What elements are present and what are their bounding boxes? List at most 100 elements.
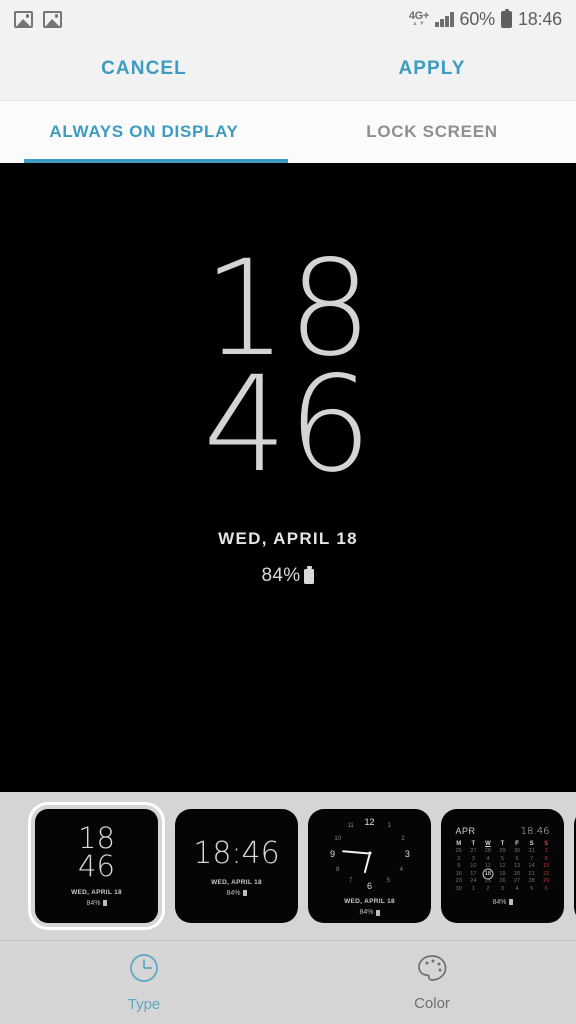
analog-clock-face: 12 1 2 3 4 5 6 7 8 9 10 11: [327, 816, 413, 891]
tab-always-on-display[interactable]: ALWAYS ON DISPLAY: [0, 101, 288, 163]
battery-icon: [375, 909, 380, 916]
calendar-weekday: S: [544, 841, 549, 848]
preview-minute: 46: [203, 348, 373, 503]
thumbnail-calendar-clock[interactable]: APR 18:46 M T W T F S S 26 27 28 29 30 31 1 2 3 4 5 6 7 8 9 10…: [441, 809, 564, 923]
thumbnail-analog-clock[interactable]: 12 1 2 3 4 5 6 7 8 9 10 11 WED, APRIL 18…: [308, 809, 431, 923]
calendar-day: 5: [530, 885, 534, 892]
clock-style-carousel[interactable]: 18 46 WED, APRIL 18 84% 18:46 WED, APRIL…: [0, 792, 576, 940]
preview-date: WED, APRIL 18: [218, 529, 358, 549]
calendar-day: 7: [530, 855, 534, 862]
calendar-day: 14: [528, 863, 535, 870]
calendar-day: 19: [499, 870, 506, 877]
analog-num-1: 1: [387, 822, 391, 829]
preview-clock: 18 46: [203, 243, 373, 503]
bottom-tab-type-label: Type: [127, 996, 161, 1013]
analog-num-4: 4: [399, 867, 403, 874]
calendar-day: 1: [544, 848, 548, 855]
bottom-tab-type[interactable]: Type: [0, 941, 288, 1024]
thumbnail-preview: 18 46 WED, APRIL 18 84%: [35, 809, 158, 923]
thumb-battery: 84%: [359, 909, 380, 916]
analog-num-2: 2: [401, 835, 405, 842]
calendar-day: 18: [481, 871, 496, 878]
thumb-date: WED, APRIL 18: [211, 878, 262, 886]
calendar-day: 16: [455, 870, 462, 877]
data-transfer-arrows-icon: ▲▼: [411, 21, 426, 27]
calendar-day: 1: [471, 885, 475, 892]
calendar-day: 3: [471, 855, 475, 862]
calendar-day: 4: [486, 855, 490, 862]
battery-percent-label: 60%: [459, 8, 496, 29]
calendar-face: APR 18:46 M T W T F S S 26 27 28 29 30 31 1 2 3 4 5 6 7 8 9 10…: [450, 826, 556, 906]
calendar-day: 6: [544, 885, 548, 892]
status-notification-icons: [14, 10, 62, 28]
signal-bars-icon: [435, 11, 454, 27]
calendar-day: 10: [470, 863, 477, 870]
calendar-day: 22: [543, 870, 550, 877]
calendar-day: 12: [499, 863, 506, 870]
calendar-header: APR 18:46: [452, 826, 554, 837]
palette-icon: [415, 953, 449, 988]
battery-icon: [508, 899, 513, 906]
thumbnail-inline-clock[interactable]: 18:46 WED, APRIL 18 84%: [175, 809, 298, 923]
calendar-day: 27: [470, 848, 477, 855]
calendar-time-label: 18:46: [520, 826, 550, 838]
preview-battery-label: 84%: [261, 565, 301, 587]
clock-preview[interactable]: 18 46 WED, APRIL 18 84%: [0, 163, 576, 792]
tab-bar: ALWAYS ON DISPLAY LOCK SCREEN: [0, 101, 576, 163]
calendar-day: 23: [455, 878, 462, 885]
tab-lock-screen[interactable]: LOCK SCREEN: [288, 101, 576, 163]
calendar-day: 29: [543, 878, 550, 885]
calendar-grid: M T W T F S S 26 27 28 29 30 31 1 2 3 4 5 6 7 8 9 10 11 12 13 14 15…: [452, 841, 554, 893]
calendar-weekday: F: [515, 841, 519, 848]
phone-screen: 4G+ ▲▼ 60% 18:46 CANCEL APPLY ALWAYS ON …: [0, 0, 576, 1024]
image-icon: [43, 10, 62, 28]
bottom-tab-color-label: Color: [414, 995, 450, 1012]
thumb-battery: 84%: [86, 899, 107, 907]
analog-num-6: 6: [366, 880, 373, 891]
calendar-day: 2: [486, 885, 490, 892]
thumb-battery-label: 84%: [86, 899, 101, 907]
calendar-day: 25: [484, 878, 492, 885]
thumb-time: 18:46: [193, 835, 280, 871]
thumb-minute: 46: [78, 849, 115, 883]
thumbnail-stacked-clock[interactable]: 18 46 WED, APRIL 18 84%: [28, 802, 165, 930]
bottom-toolbar: Type Color: [0, 940, 576, 1024]
thumb-date: WED, APRIL 18: [344, 898, 395, 905]
calendar-day: 4: [515, 885, 519, 892]
calendar-day: 2: [457, 855, 461, 862]
calendar-day: 6: [515, 855, 519, 862]
calendar-day: 26: [455, 848, 462, 855]
network-type-indicator: 4G+ ▲▼: [409, 11, 430, 28]
calendar-day: 21: [528, 870, 535, 877]
calendar-day: 28: [528, 878, 535, 885]
analog-num-9: 9: [330, 849, 336, 860]
thumb-battery-label: 84%: [359, 909, 374, 916]
calendar-day: 9: [457, 863, 461, 870]
status-indicators: 4G+ ▲▼ 60% 18:46: [409, 8, 562, 30]
image-icon: [14, 10, 33, 28]
calendar-weekday: T: [500, 841, 505, 848]
battery-icon: [304, 565, 315, 584]
calendar-day: 5: [500, 855, 505, 862]
minute-hand: [341, 850, 370, 855]
calendar-day: 28: [484, 848, 492, 855]
calendar-day: 20: [513, 870, 521, 877]
calendar-day: 15: [543, 863, 550, 870]
thumb-battery-label: 84%: [226, 889, 241, 897]
bottom-tab-color[interactable]: Color: [288, 941, 576, 1024]
calendar-weekday: S: [529, 841, 534, 848]
apply-button[interactable]: APPLY: [288, 38, 576, 100]
calendar-day: 3: [500, 885, 505, 892]
calendar-day: 30: [513, 848, 521, 855]
calendar-day: 8: [544, 855, 548, 862]
calendar-weekday: W: [485, 841, 491, 848]
status-bar: 4G+ ▲▼ 60% 18:46: [0, 0, 576, 38]
calendar-weekday: M: [456, 841, 462, 848]
thumb-date: WED, APRIL 18: [71, 888, 122, 896]
analog-num-12: 12: [364, 816, 375, 827]
cancel-button[interactable]: CANCEL: [0, 38, 288, 100]
analog-num-3: 3: [404, 849, 410, 860]
preview-battery: 84%: [262, 565, 315, 587]
status-clock-label: 18:46: [517, 8, 562, 29]
analog-num-10: 10: [334, 835, 342, 842]
